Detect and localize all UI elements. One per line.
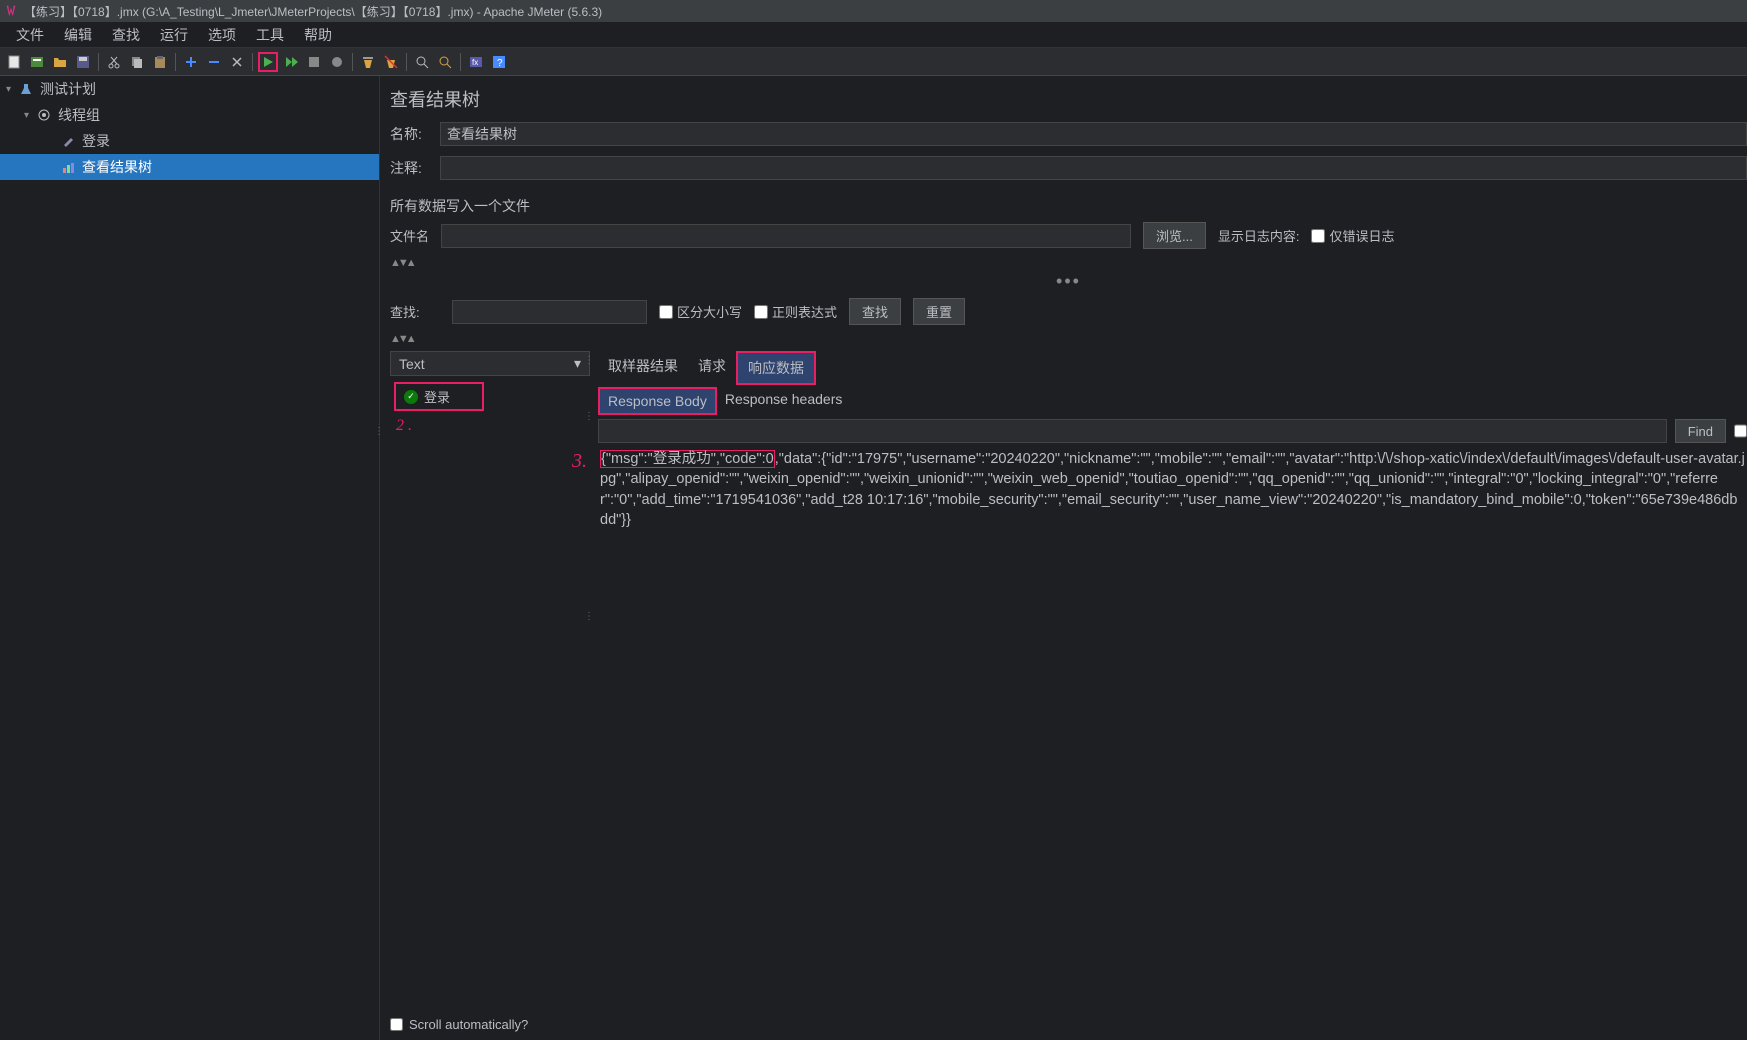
copy-icon[interactable] <box>127 52 147 72</box>
tab-response-data[interactable]: 响应数据 <box>736 351 816 385</box>
annotation-2: 2 . <box>396 417 596 435</box>
tree-test-plan[interactable]: ▾ 测试计划 <box>0 76 379 102</box>
errors-only-checkbox[interactable]: 仅错误日志 <box>1311 226 1394 245</box>
content-panel: 查看结果树 名称: 注释: 所有数据写入一个文件 文件名 浏览... 显示日志内… <box>380 76 1747 1040</box>
tab-sampler-result[interactable]: 取样器结果 <box>598 351 688 385</box>
write-all-label: 所有数据写入一个文件 <box>390 190 1747 222</box>
find-checkbox[interactable] <box>1734 419 1747 443</box>
search-label: 查找: <box>390 302 440 321</box>
clear-icon[interactable] <box>358 52 378 72</box>
clear-all-icon[interactable] <box>381 52 401 72</box>
results-right-panel: ⋮ 取样器结果 请求 响应数据 Response Body Response h… <box>590 351 1747 1040</box>
paste-icon[interactable] <box>150 52 170 72</box>
chevron-down-icon: ▾ <box>24 110 34 121</box>
help-icon[interactable]: ? <box>489 52 509 72</box>
filename-input[interactable] <box>441 224 1131 248</box>
splitter-handle[interactable]: ⋮ <box>584 355 592 366</box>
scroll-auto-label: Scroll automatically? <box>409 1017 528 1032</box>
comment-input[interactable] <box>440 156 1747 180</box>
function-icon[interactable]: fx <box>466 52 486 72</box>
drag-handle[interactable]: ••• <box>390 271 1747 292</box>
svg-text:fx: fx <box>472 58 478 67</box>
menu-run[interactable]: 运行 <box>150 23 198 47</box>
menu-edit[interactable]: 编辑 <box>54 23 102 47</box>
results-left-panel: Text ▾ ✓ 登录 2 . Scroll automatically? <box>390 351 590 1040</box>
stop-icon[interactable] <box>304 52 324 72</box>
name-input[interactable] <box>440 122 1747 146</box>
splitter-handle[interactable]: ⋮ <box>584 411 592 422</box>
scroll-auto-checkbox[interactable] <box>390 1018 403 1031</box>
menubar: 文件 编辑 查找 运行 选项 工具 帮助 <box>0 22 1747 48</box>
tree-login-sampler[interactable]: 登录 <box>0 128 379 154</box>
regex-checkbox[interactable]: 正则表达式 <box>754 302 837 321</box>
tree-label: 登录 <box>82 131 110 151</box>
tree-label: 测试计划 <box>40 79 96 99</box>
success-icon: ✓ <box>404 390 418 404</box>
subtab-response-headers[interactable]: Response headers <box>717 387 851 415</box>
cut-icon[interactable] <box>104 52 124 72</box>
menu-tools[interactable]: 工具 <box>246 23 294 47</box>
open-icon[interactable] <box>50 52 70 72</box>
shutdown-icon[interactable] <box>327 52 347 72</box>
menu-options[interactable]: 选项 <box>198 23 246 47</box>
name-label: 名称: <box>390 124 440 144</box>
toggle-icon[interactable] <box>227 52 247 72</box>
menu-help[interactable]: 帮助 <box>294 23 342 47</box>
new-icon[interactable] <box>4 52 24 72</box>
tab-request[interactable]: 请求 <box>688 351 736 385</box>
tree-thread-group[interactable]: ▾ 线程组 <box>0 102 379 128</box>
search-input[interactable] <box>452 300 647 324</box>
chevron-down-icon: ▾ <box>6 84 16 95</box>
sampler-label: 登录 <box>424 387 450 406</box>
jmeter-icon <box>4 4 18 18</box>
subtab-response-body[interactable]: Response Body <box>598 387 717 415</box>
start-no-pause-icon[interactable] <box>281 52 301 72</box>
response-highlight: {"msg":"登录成功","code":0 <box>600 450 775 468</box>
sampler-login-result[interactable]: ✓ 登录 <box>394 382 484 411</box>
splitter-handle[interactable]: ⋮ <box>374 426 382 437</box>
gear-icon <box>36 107 52 123</box>
show-log-label: 显示日志内容: <box>1218 226 1300 245</box>
renderer-dropdown[interactable]: Text ▾ <box>390 351 590 376</box>
filename-label: 文件名 <box>390 226 429 245</box>
minus-icon[interactable] <box>204 52 224 72</box>
browse-button[interactable]: 浏览... <box>1143 222 1206 249</box>
start-icon[interactable] <box>258 52 278 72</box>
flask-icon <box>18 81 34 97</box>
find-button[interactable]: Find <box>1675 419 1726 443</box>
annotation-3: 3. <box>572 447 587 475</box>
sampler-list: ✓ 登录 2 . <box>390 376 590 1009</box>
title-text: 【练习】【0718】.jmx (G:\A_Testing\L_Jmeter\JM… <box>24 3 602 20</box>
chart-icon <box>60 159 76 175</box>
response-body[interactable]: 3. {"msg":"登录成功","code":0,"data":{"id":"… <box>598 449 1747 1040</box>
toolbar: fx ? <box>0 48 1747 76</box>
comment-label: 注释: <box>390 158 440 178</box>
menu-search[interactable]: 查找 <box>102 23 150 47</box>
tree-view-results[interactable]: 查看结果树 <box>0 154 379 180</box>
tree-label: 线程组 <box>58 105 100 125</box>
tree-label: 查看结果树 <box>82 157 152 177</box>
pipette-icon <box>60 133 76 149</box>
find-input[interactable] <box>598 419 1667 443</box>
search-reset-icon[interactable] <box>435 52 455 72</box>
search-button[interactable]: 查找 <box>849 298 901 325</box>
titlebar: 【练习】【0718】.jmx (G:\A_Testing\L_Jmeter\JM… <box>0 0 1747 22</box>
search-icon[interactable] <box>412 52 432 72</box>
splitter-handle[interactable]: ⋮ <box>584 611 592 622</box>
plus-icon[interactable] <box>181 52 201 72</box>
reset-button[interactable]: 重置 <box>913 298 965 325</box>
chevron-down-icon: ▾ <box>574 355 581 372</box>
menu-file[interactable]: 文件 <box>6 23 54 47</box>
case-sensitive-checkbox[interactable]: 区分大小写 <box>659 302 742 321</box>
save-icon[interactable] <box>73 52 93 72</box>
collapse-arrows-2[interactable]: ▲▼▲ <box>390 331 1747 347</box>
panel-title: 查看结果树 <box>390 82 1747 122</box>
svg-text:?: ? <box>497 58 503 69</box>
tree-panel: ▾ 测试计划 ▾ 线程组 登录 查看结果树 ⋮ <box>0 76 380 1040</box>
collapse-arrows[interactable]: ▲▼▲ <box>390 255 1747 271</box>
templates-icon[interactable] <box>27 52 47 72</box>
